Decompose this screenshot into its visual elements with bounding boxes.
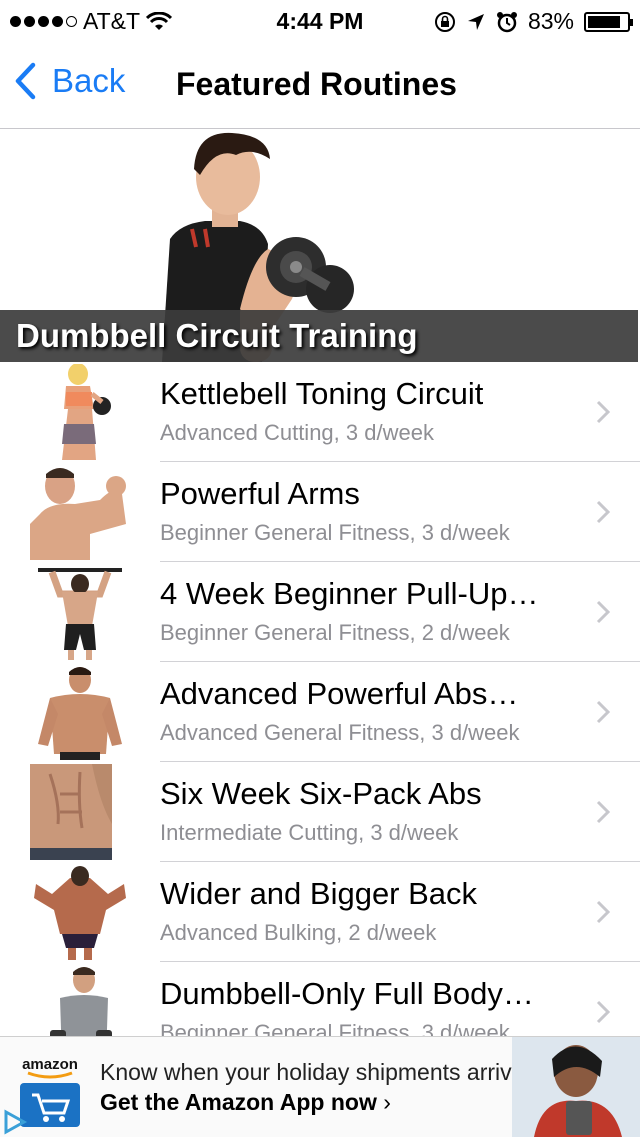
routine-thumbnail bbox=[34, 866, 126, 960]
ad-choices-icon[interactable] bbox=[2, 1109, 28, 1135]
chevron-right-icon bbox=[596, 400, 610, 424]
rotation-lock-icon bbox=[434, 11, 455, 32]
routine-thumbnail bbox=[38, 667, 122, 760]
battery-percent: 83% bbox=[527, 8, 574, 34]
routine-subtitle: Beginner General Fitness, 2 d/week bbox=[160, 620, 510, 645]
routine-subtitle: Advanced General Fitness, 3 d/week bbox=[160, 720, 520, 745]
banner-caption: Dumbbell Circuit Training bbox=[0, 310, 638, 362]
chevron-right-icon bbox=[596, 700, 610, 724]
routine-title: Powerful Arms bbox=[160, 476, 360, 511]
back-button-label: Back bbox=[52, 62, 126, 99]
page-title: Featured Routines bbox=[176, 66, 457, 102]
alarm-icon bbox=[496, 11, 517, 32]
list-item[interactable]: Advanced Powerful Abs… Advanced General … bbox=[0, 662, 640, 762]
chevron-right-icon bbox=[596, 800, 610, 824]
list-item[interactable]: Powerful Arms Beginner General Fitness, … bbox=[0, 462, 640, 562]
routine-thumbnail bbox=[62, 364, 111, 460]
chevron-left-icon bbox=[15, 62, 36, 100]
chevron-right-icon bbox=[596, 900, 610, 924]
chevron-right-icon bbox=[596, 500, 610, 524]
ad-cta-arrow: › bbox=[383, 1089, 391, 1115]
ad-banner[interactable]: amazon Know when your holiday shipments … bbox=[0, 1036, 640, 1137]
navigation-bar: Back Featured Routines bbox=[0, 40, 640, 129]
chevron-right-icon bbox=[596, 600, 610, 624]
list-item[interactable]: Six Week Six-Pack Abs Intermediate Cutti… bbox=[0, 762, 640, 862]
routine-subtitle: Intermediate Cutting, 3 d/week bbox=[160, 820, 459, 845]
ad-cta-link[interactable]: Get the Amazon App now › bbox=[100, 1089, 391, 1116]
status-bar: AT&T 4:44 PM 83% bbox=[0, 0, 640, 40]
ad-headline: Know when your holiday shipments arrive bbox=[100, 1059, 525, 1085]
location-arrow-icon bbox=[467, 13, 484, 30]
battery-icon bbox=[584, 11, 633, 32]
routine-title: Six Week Six-Pack Abs bbox=[160, 776, 482, 811]
ad-photo-image bbox=[512, 1037, 640, 1137]
routine-title: 4 Week Beginner Pull-Up… bbox=[160, 576, 539, 611]
ad-cta-label: Get the Amazon App now bbox=[100, 1089, 377, 1115]
routine-subtitle: Advanced Cutting, 3 d/week bbox=[160, 420, 434, 445]
routine-title: Kettlebell Toning Circuit bbox=[160, 376, 484, 411]
chevron-right-icon bbox=[596, 1000, 610, 1024]
routine-title: Advanced Powerful Abs… bbox=[160, 676, 519, 711]
routine-thumbnail bbox=[38, 568, 122, 660]
routine-thumbnail bbox=[30, 764, 112, 860]
routine-title: Wider and Bigger Back bbox=[160, 876, 478, 911]
routine-list: Kettlebell Toning Circuit Advanced Cutti… bbox=[0, 362, 640, 1062]
list-item[interactable]: Wider and Bigger Back Advanced Bulking, … bbox=[0, 862, 640, 962]
routine-subtitle: Advanced Bulking, 2 d/week bbox=[160, 920, 437, 945]
list-item[interactable]: Kettlebell Toning Circuit Advanced Cutti… bbox=[0, 362, 640, 462]
routine-title: Dumbbell-Only Full Body… bbox=[160, 976, 534, 1011]
routine-thumbnail bbox=[30, 468, 126, 560]
ad-brand: amazon bbox=[22, 1056, 78, 1073]
status-right: 83% bbox=[434, 8, 633, 35]
back-button[interactable]: Back bbox=[14, 62, 125, 100]
routine-subtitle: Beginner General Fitness, 3 d/week bbox=[160, 520, 510, 545]
list-item[interactable]: 4 Week Beginner Pull-Up… Beginner Genera… bbox=[0, 562, 640, 662]
featured-banner[interactable]: Dumbbell Circuit Training bbox=[0, 129, 640, 362]
